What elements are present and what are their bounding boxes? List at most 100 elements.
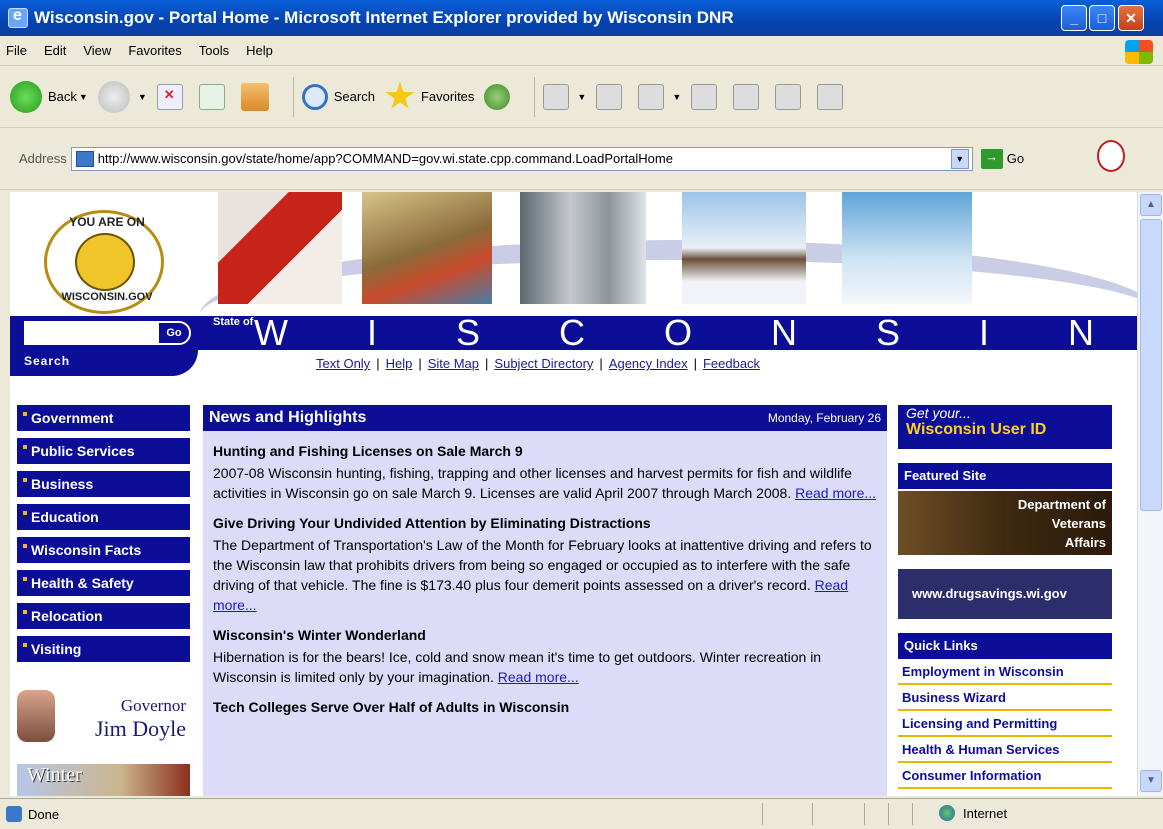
history-button[interactable] xyxy=(484,83,516,110)
menu-view[interactable]: View xyxy=(83,43,111,58)
menu-edit[interactable]: Edit xyxy=(44,43,66,58)
news-article: Wisconsin's Winter Wonderland Hibernatio… xyxy=(203,627,887,687)
window-title: Wisconsin.gov - Portal Home - Microsoft … xyxy=(34,8,734,27)
link-site-map[interactable]: Site Map xyxy=(428,356,479,371)
hockey-photo xyxy=(218,192,342,304)
quick-links-header: Quick Links xyxy=(898,633,1112,659)
home-button[interactable] xyxy=(240,82,275,111)
link-agency-index[interactable]: Agency Index xyxy=(609,356,688,371)
mail-button[interactable]: ▼ xyxy=(543,83,586,110)
menu-file[interactable]: File xyxy=(6,43,27,58)
wordmark-letter: I xyxy=(366,312,377,353)
address-input[interactable]: http://www.wisconsin.gov/state/home/app?… xyxy=(70,146,973,171)
messenger-button[interactable] xyxy=(817,83,849,110)
nav-health-safety[interactable]: Health & Safety xyxy=(17,570,190,596)
chevron-down-icon: ▼ xyxy=(78,91,88,102)
site-search-input[interactable] xyxy=(24,321,157,345)
user-id-promo[interactable]: Get your... Wisconsin User ID xyxy=(898,405,1112,449)
scroll-up-button[interactable]: ▲ xyxy=(1140,194,1162,216)
address-dropdown-button[interactable]: ▼ xyxy=(950,148,969,169)
seal-top-text: YOU ARE ON xyxy=(69,215,145,229)
vertical-scrollbar[interactable]: ▲ ▼ xyxy=(1137,192,1163,796)
refresh-icon xyxy=(198,83,225,110)
quick-link-employment[interactable]: Employment in Wisconsin xyxy=(898,659,1112,685)
winter-promo[interactable]: Winter xyxy=(17,764,190,796)
bullet-icon xyxy=(23,610,27,614)
favorites-label: Favorites xyxy=(420,89,475,104)
menu-bar: File Edit View Favorites Tools Help xyxy=(0,36,1163,66)
scroll-down-button[interactable]: ▼ xyxy=(1140,770,1162,792)
quick-link-business-wizard[interactable]: Business Wizard xyxy=(898,685,1112,711)
nav-government[interactable]: Government xyxy=(17,405,190,431)
forward-button[interactable]: ▼ xyxy=(97,80,147,113)
wordmark-letter: N xyxy=(770,312,797,353)
quick-link-licensing[interactable]: Licensing and Permitting xyxy=(898,711,1112,737)
link-divider: | xyxy=(418,356,422,371)
toolbar-divider xyxy=(292,76,294,117)
address-label: Address xyxy=(19,151,67,166)
forward-arrow-icon xyxy=(97,80,130,113)
pdf-icon[interactable] xyxy=(1097,140,1125,172)
read-more-link[interactable]: Read more... xyxy=(498,669,579,685)
link-divider: | xyxy=(485,356,489,371)
nav-education[interactable]: Education xyxy=(17,504,190,530)
read-more-link[interactable]: Read more... xyxy=(795,485,876,501)
nav-public-services[interactable]: Public Services xyxy=(17,438,190,464)
link-text-only[interactable]: Text Only xyxy=(316,356,370,371)
wordmark-letter: W xyxy=(254,312,288,353)
nav-business[interactable]: Business xyxy=(17,471,190,497)
maximize-button[interactable]: □ xyxy=(1089,5,1115,31)
discuss-button[interactable] xyxy=(691,83,723,110)
nav-visiting[interactable]: Visiting xyxy=(17,636,190,662)
link-subject-directory[interactable]: Subject Directory xyxy=(494,356,593,371)
wisconsin-gov-seal[interactable]: YOU ARE ON WISCONSIN.GOV xyxy=(44,210,164,314)
article-body: Hibernation is for the bears! Ice, cold … xyxy=(213,647,877,687)
winter-fence-photo xyxy=(682,192,806,304)
nav-label: Business xyxy=(31,476,94,492)
favorites-button[interactable]: Favorites xyxy=(385,81,475,112)
page-icon xyxy=(6,806,22,822)
bullet-icon xyxy=(23,412,27,416)
news-date: Monday, February 26 xyxy=(767,411,881,425)
quick-link-consumer-information[interactable]: Consumer Information xyxy=(898,763,1112,789)
nav-relocation[interactable]: Relocation xyxy=(17,603,190,629)
link-feedback[interactable]: Feedback xyxy=(703,356,760,371)
nav-wisconsin-facts[interactable]: Wisconsin Facts xyxy=(17,537,190,563)
article-headline: Wisconsin's Winter Wonderland xyxy=(213,627,426,643)
quick-link-health-human-services[interactable]: Health & Human Services xyxy=(898,737,1112,763)
drugsavings-banner[interactable]: www.drugsavings.wi.gov xyxy=(898,569,1112,619)
status-text: Done xyxy=(28,806,60,822)
winter-promo-label: Winter xyxy=(27,764,82,786)
governor-promo[interactable]: Governor Jim Doyle xyxy=(17,686,190,752)
back-button[interactable]: Back ▼ xyxy=(10,80,88,113)
article-headline: Hunting and Fishing Licenses on Sale Mar… xyxy=(213,443,523,459)
scroll-thumb[interactable] xyxy=(1140,219,1162,511)
news-header: News and Highlights Monday, February 26 xyxy=(203,405,887,431)
close-button[interactable]: ✕ xyxy=(1118,5,1144,31)
governor-title: Governor xyxy=(120,696,186,715)
star-icon xyxy=(385,81,415,109)
featured-site-header: Featured Site xyxy=(898,463,1112,489)
site-search-go-button[interactable]: Go xyxy=(157,321,191,345)
note-icon xyxy=(691,83,718,110)
article-text: The Department of Transportation's Law o… xyxy=(213,537,872,593)
minimize-button[interactable]: _ xyxy=(1061,5,1087,31)
link-help[interactable]: Help xyxy=(386,356,413,371)
link-divider: | xyxy=(376,356,380,371)
stop-button[interactable] xyxy=(156,83,189,110)
wordmark-letter: C xyxy=(558,312,585,353)
research-button[interactable] xyxy=(775,83,807,110)
search-button[interactable]: Search xyxy=(301,83,375,110)
calculator-button[interactable] xyxy=(733,83,765,110)
veterans-affairs-banner[interactable]: Department of Veterans Affairs xyxy=(898,491,1112,555)
menu-favorites[interactable]: Favorites xyxy=(128,43,181,58)
refresh-button[interactable] xyxy=(198,83,231,110)
menu-help[interactable]: Help xyxy=(246,43,273,58)
edit-button[interactable]: ▼ xyxy=(638,83,681,110)
nav-label: Visiting xyxy=(31,641,82,657)
window-title-bar: Wisconsin.gov - Portal Home - Microsoft … xyxy=(0,0,1163,36)
go-button[interactable]: → Go xyxy=(980,148,1024,169)
status-bar: Done Internet xyxy=(0,798,1163,829)
print-button[interactable] xyxy=(596,83,628,110)
menu-tools[interactable]: Tools xyxy=(199,43,229,58)
